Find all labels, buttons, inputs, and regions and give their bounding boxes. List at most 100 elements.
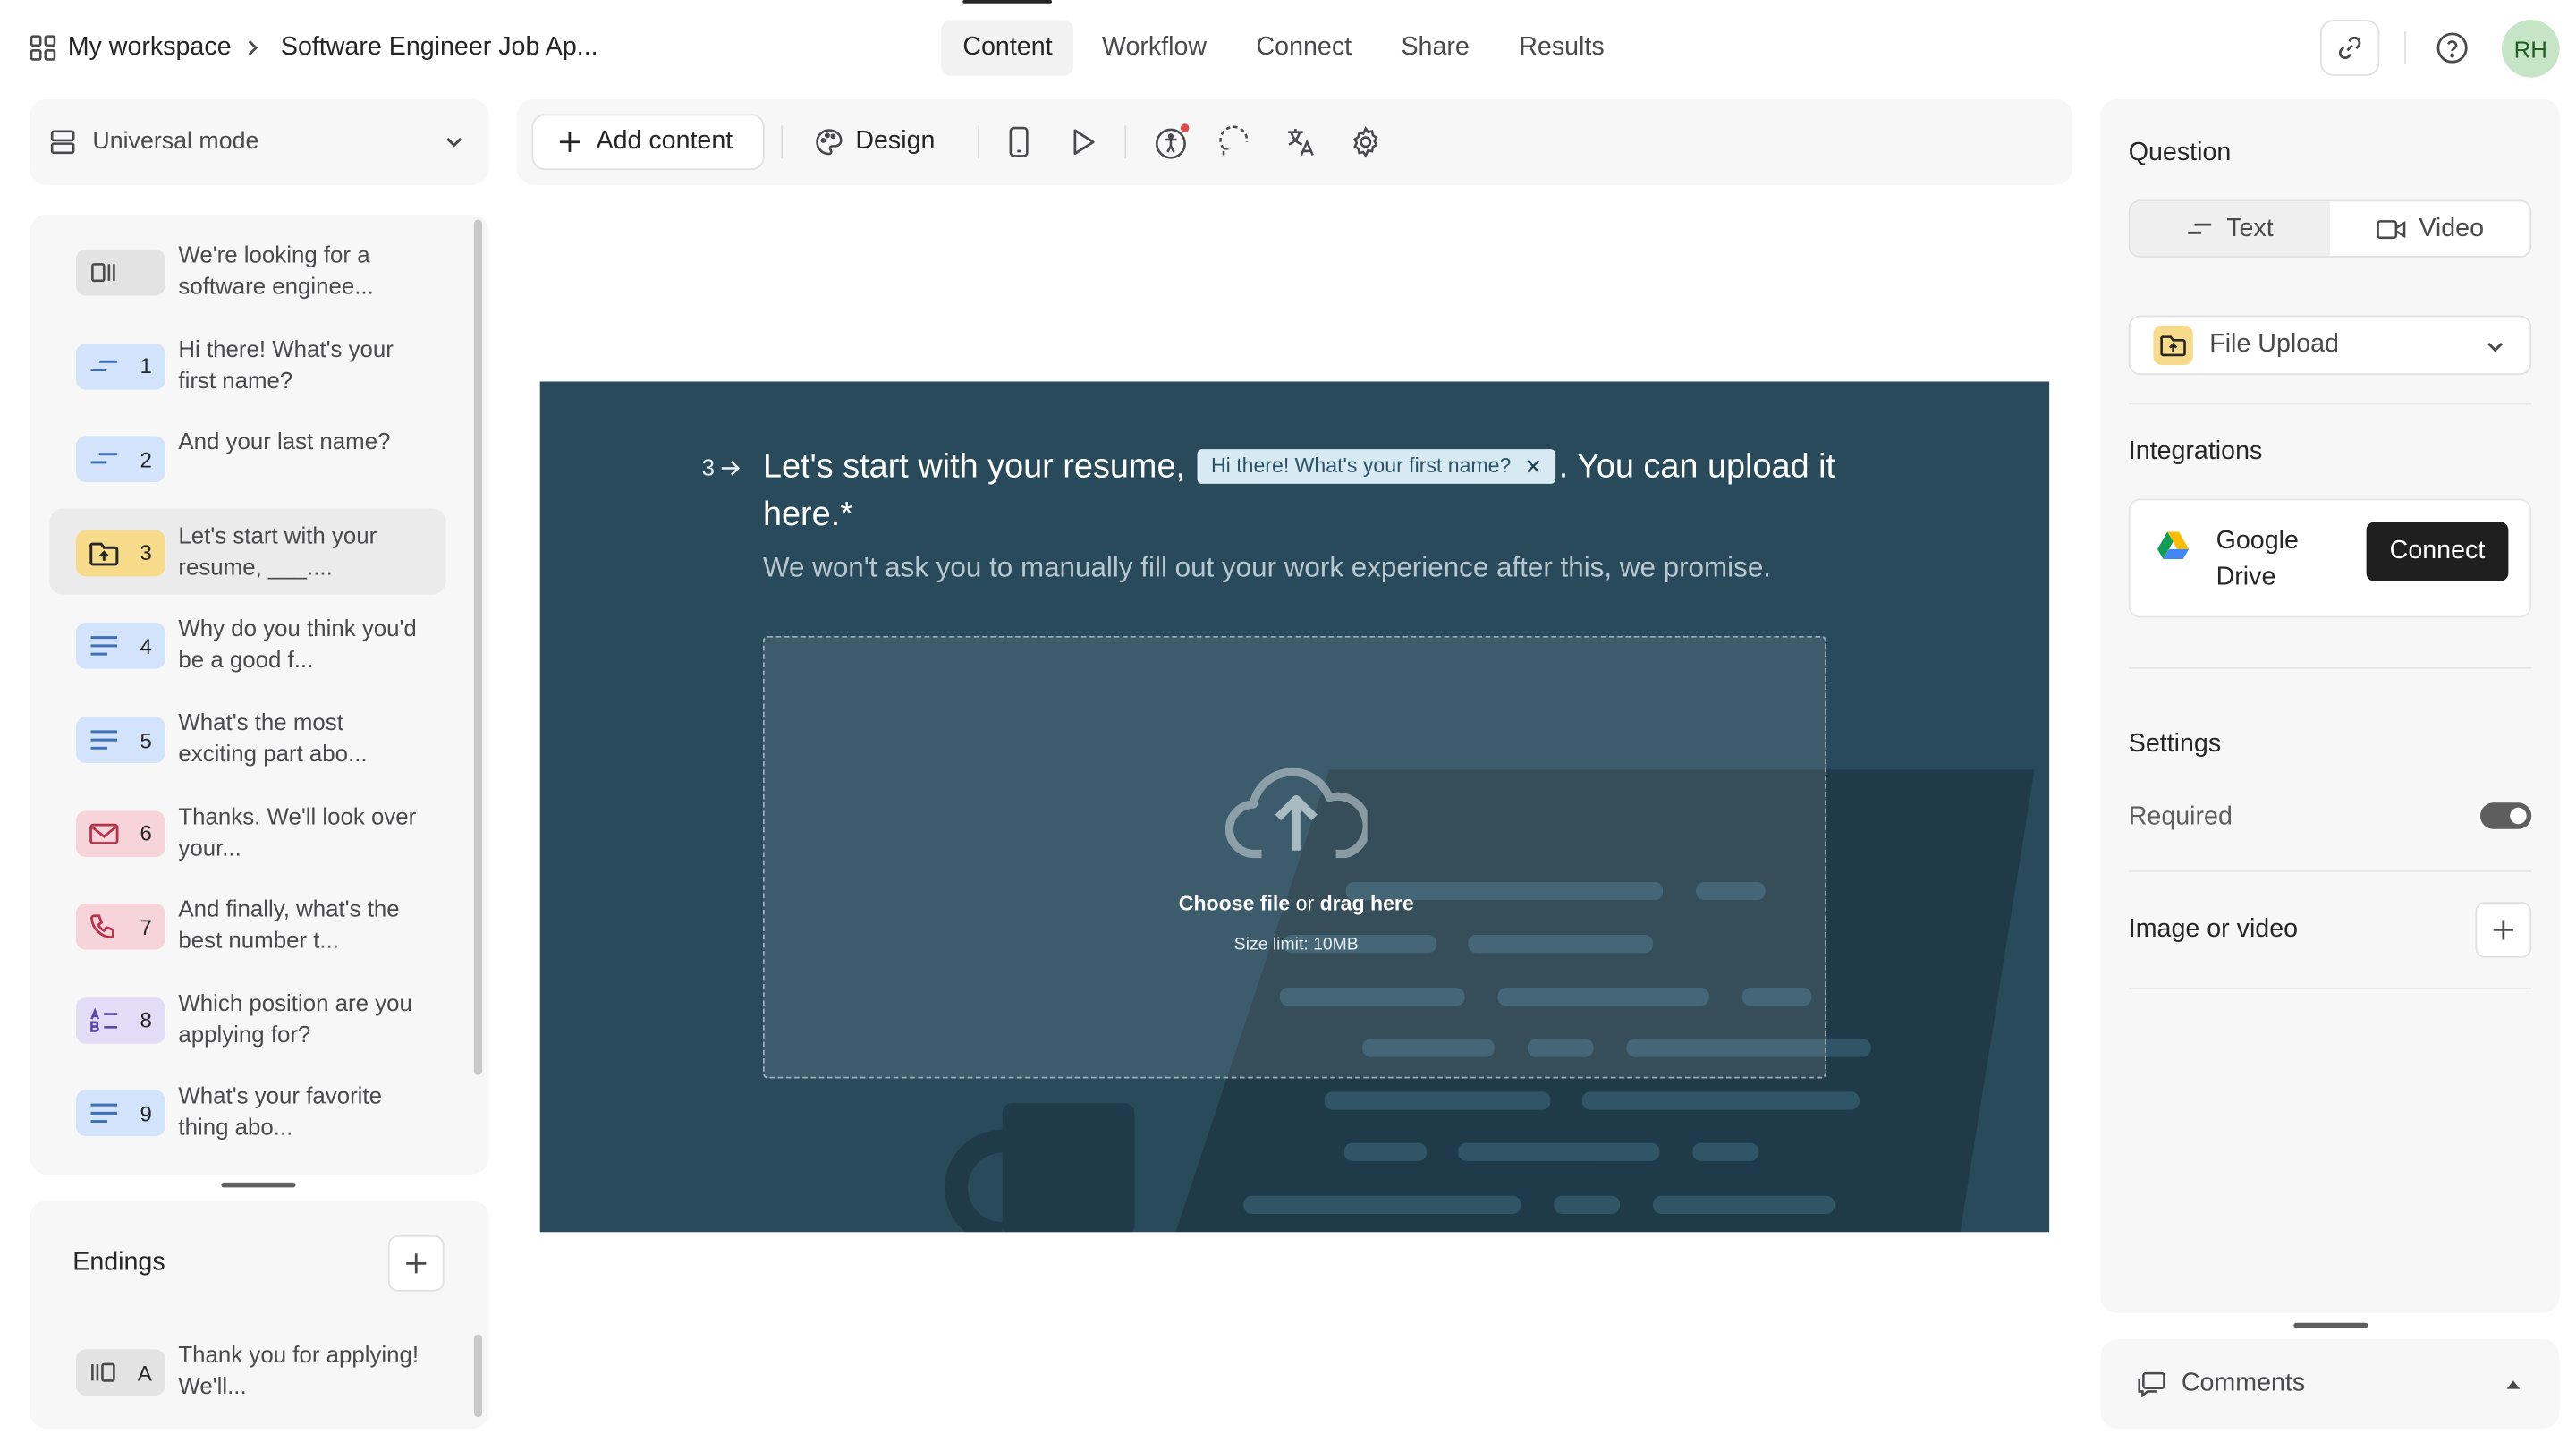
tab-content[interactable]: Content <box>941 0 1074 76</box>
question-number: 4 <box>140 633 152 659</box>
ending-item[interactable]: A Thank you for applying! We'll... <box>49 1328 445 1413</box>
toolbar-divider <box>1124 125 1127 159</box>
statement-icon <box>89 259 119 286</box>
text-option-label: Text <box>2226 214 2274 242</box>
ending-letter: A <box>137 1360 152 1386</box>
question-number: 3 <box>702 454 741 480</box>
workspace-grid-icon[interactable] <box>30 35 56 62</box>
tab-connect[interactable]: Connect <box>1234 20 1373 76</box>
question-item[interactable]: 7 And finally, what's the best number t..… <box>49 882 445 968</box>
breadcrumb-workspace[interactable]: My workspace <box>68 33 232 63</box>
question-badge: 1 <box>75 343 165 389</box>
add-ending-button[interactable] <box>387 1235 445 1292</box>
recall-chip[interactable]: Hi there! What's your first name? ✕ <box>1198 449 1556 484</box>
question-badge: 9 <box>75 1090 165 1137</box>
google-drive-icon <box>2157 531 2190 559</box>
image-video-label: Image or video <box>2128 914 2299 944</box>
endings-panel: Endings A Thank you for applying! We'll.… <box>30 1201 489 1429</box>
help-icon[interactable] <box>2434 30 2470 66</box>
video-option[interactable]: Video <box>2330 201 2529 256</box>
tab-share[interactable]: Share <box>1379 20 1490 76</box>
integrations-heading: Integrations <box>2128 437 2263 466</box>
question-text: Which position are you applying for? <box>178 989 412 1048</box>
required-toggle[interactable] <box>2479 802 2532 829</box>
resize-handle[interactable] <box>221 1182 296 1188</box>
mode-label: Universal mode <box>92 129 259 156</box>
question-text: Let's start with your resume, ___.... <box>178 522 377 580</box>
video-option-label: Video <box>2419 214 2485 242</box>
question-badge: 8 <box>75 997 165 1044</box>
text-option[interactable]: Text <box>2130 201 2330 257</box>
comments-bar[interactable]: Comments <box>2100 1339 2560 1429</box>
question-item[interactable]: 1 Hi there! What's your first name? <box>49 321 445 407</box>
question-list: We're looking for a software enginee... 1… <box>30 215 489 1175</box>
question-item[interactable]: We're looking for a software enginee... <box>49 228 445 314</box>
question-number: 7 <box>140 914 152 939</box>
cloud-upload-icon <box>1224 768 1368 859</box>
tab-results[interactable]: Results <box>1497 20 1625 76</box>
question-number: 9 <box>140 1101 152 1126</box>
logic-icon[interactable] <box>1218 125 1255 158</box>
question-item[interactable]: 5 What's the most exciting part abo... <box>49 695 445 781</box>
copy-link-button[interactable] <box>2319 20 2380 76</box>
main-tabs: Content Workflow Connect Share Results <box>941 0 1632 76</box>
add-image-video-button[interactable] <box>2475 902 2532 958</box>
endings-scrollbar[interactable] <box>473 1334 483 1418</box>
header-divider <box>2404 31 2406 65</box>
file-dropzone[interactable]: Choose file or drag here Size limit: 10M… <box>762 635 1826 1079</box>
add-content-button[interactable]: Add content <box>531 114 765 171</box>
question-description[interactable]: We won't ask you to manually fill out yo… <box>763 552 1771 585</box>
connect-button[interactable]: Connect <box>2366 522 2509 581</box>
palette-icon <box>816 129 843 156</box>
question-item[interactable]: 3 Let's start with your resume, ___.... <box>49 508 446 595</box>
email-icon <box>89 822 119 845</box>
question-item[interactable]: 9 What's your favorite thing abo... <box>49 1069 445 1155</box>
mobile-preview-icon[interactable] <box>1005 125 1032 158</box>
drag-here-text: drag here <box>1319 891 1414 915</box>
mode-selector[interactable]: Universal mode <box>30 98 489 185</box>
plus-icon <box>2493 920 2513 940</box>
file-upload-icon <box>89 539 119 566</box>
translate-icon[interactable] <box>1284 125 1318 158</box>
settings-gear-icon[interactable] <box>1349 125 1382 158</box>
question-list-scrollbar[interactable] <box>473 219 483 1075</box>
question-heading: Question <box>2128 139 2232 167</box>
integration-name: Google Drive <box>2216 526 2299 591</box>
question-item[interactable]: 4 Why do you think you'd be a good f... <box>49 602 445 688</box>
tab-workflow[interactable]: Workflow <box>1080 20 1228 76</box>
question-text: Hi there! What's your first name? <box>178 335 394 393</box>
question-item[interactable]: 8 Which position are you applying for? <box>49 976 445 1062</box>
question-format-toggle: Text Video <box>2128 199 2532 259</box>
question-item[interactable]: 6 Thanks. We'll look over your... <box>49 789 445 875</box>
design-label: Design <box>855 127 936 156</box>
resize-handle[interactable] <box>2293 1322 2368 1328</box>
question-text: What's the most exciting part abo... <box>178 709 368 767</box>
design-button[interactable]: Design <box>814 114 935 170</box>
question-badge: 3 <box>75 530 165 576</box>
question-type-select[interactable]: File Upload <box>2128 315 2532 376</box>
accessibility-icon[interactable] <box>1153 123 1192 162</box>
google-drive-integration: Google Drive Connect <box>2128 498 2532 618</box>
top-bar: My workspace Software Engineer Job Ap...… <box>0 0 2576 96</box>
close-icon[interactable]: ✕ <box>1524 443 1542 491</box>
play-preview-icon[interactable] <box>1068 125 1097 158</box>
avatar[interactable]: RH <box>2501 20 2560 78</box>
question-text: And your last name? <box>178 428 391 455</box>
divider <box>2128 870 2532 872</box>
question-number: 6 <box>140 820 152 846</box>
question-text: Thanks. We'll look over your... <box>178 802 417 861</box>
long-text-icon <box>89 635 119 658</box>
toolbar-divider <box>781 125 784 159</box>
comments-label: Comments <box>2181 1369 2306 1397</box>
required-label: Required <box>2128 802 2233 831</box>
breadcrumb-form-title[interactable]: Software Engineer Job Ap... <box>281 33 598 63</box>
choose-file-link[interactable]: Choose file <box>1179 892 1290 915</box>
question-title[interactable]: Let's start with your resume, Hi there! … <box>763 443 1852 539</box>
video-icon <box>2376 219 2406 239</box>
question-item[interactable]: 2 And your last name? <box>49 415 445 501</box>
title-before: Let's start with your resume, <box>762 447 1186 486</box>
endings-title: Endings <box>72 1248 165 1277</box>
question-number: 8 <box>140 1007 152 1033</box>
plus-icon <box>559 132 580 152</box>
caret-up-icon <box>2506 1380 2521 1389</box>
